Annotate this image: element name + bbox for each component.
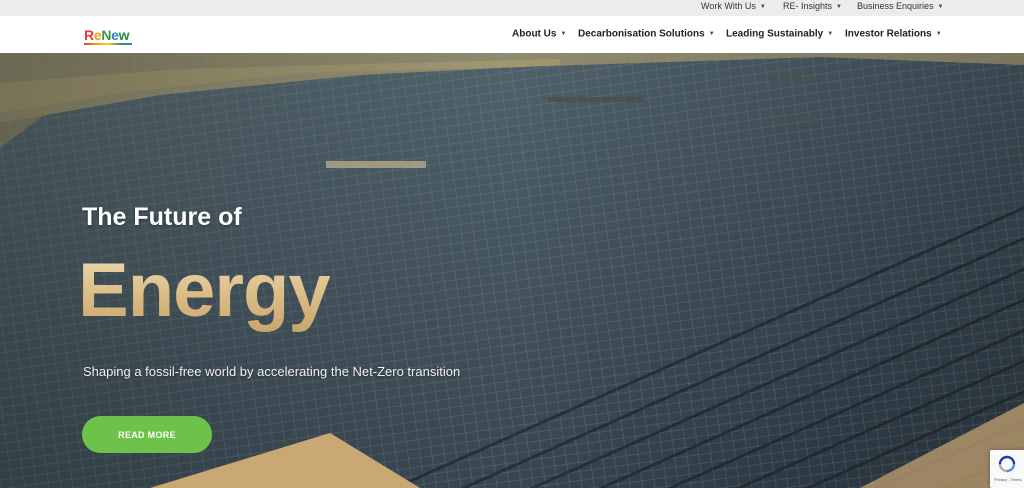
utility-bar: Work With Us ▼ RE- Insights ▼ Business Enq…	[0, 0, 1024, 16]
read-more-button[interactable]: READ MORE	[82, 416, 212, 453]
nav-item-about-us[interactable]: About Us ▼	[512, 26, 566, 42]
caret-down-icon: ▼	[935, 31, 942, 37]
hero-highlight-word: Energy	[78, 248, 331, 333]
nav-item-label: Investor Relations	[845, 28, 932, 40]
nav-item-decarbonisation-solutions[interactable]: Decarbonisation Solutions ▼	[578, 26, 715, 42]
utility-link-label: RE- Insights	[783, 1, 833, 11]
caret-down-icon: ▼	[708, 31, 715, 37]
utility-link-work-with-us[interactable]: Work With Us ▼	[701, 0, 766, 12]
main-navigation: ReNew About Us ▼ Decarbonisation Solution…	[0, 16, 1024, 53]
nav-item-investor-relations[interactable]: Investor Relations ▼	[845, 26, 942, 42]
nav-item-label: Leading Sustainably	[726, 28, 824, 40]
caret-down-icon: ▼	[836, 3, 842, 10]
renew-logo[interactable]: ReNew	[84, 27, 130, 43]
recaptcha-badge[interactable]: Privacy - Terms	[990, 450, 1024, 488]
utility-link-business-enquiries[interactable]: Business Enquiries ▼	[857, 0, 944, 12]
caret-down-icon: ▼	[759, 3, 766, 10]
nav-item-label: About Us	[512, 28, 557, 40]
hero-banner: The Future of Energy Shaping a fossil-fr…	[0, 53, 1024, 488]
logo-letter: w	[118, 27, 130, 43]
nav-item-leading-sustainably[interactable]: Leading Sustainably ▼	[726, 26, 833, 42]
utility-link-label: Business Enquiries	[857, 1, 934, 11]
hero-subtitle: Shaping a fossil-free world by accelerat…	[83, 364, 461, 379]
hero-heading: The Future of	[82, 203, 242, 231]
recaptcha-terms: Privacy - Terms	[994, 477, 1022, 482]
caret-down-icon: ▼	[937, 3, 944, 10]
nav-item-label: Decarbonisation Solutions	[578, 28, 705, 40]
logo-underline	[84, 43, 132, 45]
logo-letter: N	[101, 27, 112, 43]
recaptcha-icon	[998, 455, 1016, 473]
caret-down-icon: ▼	[827, 31, 834, 37]
caret-down-icon: ▼	[560, 31, 567, 37]
logo-letter: R	[84, 27, 94, 43]
logo-letter: e	[111, 27, 119, 43]
utility-link-label: Work With Us	[701, 1, 756, 11]
utility-link-re-insights[interactable]: RE- Insights ▼	[783, 0, 842, 12]
